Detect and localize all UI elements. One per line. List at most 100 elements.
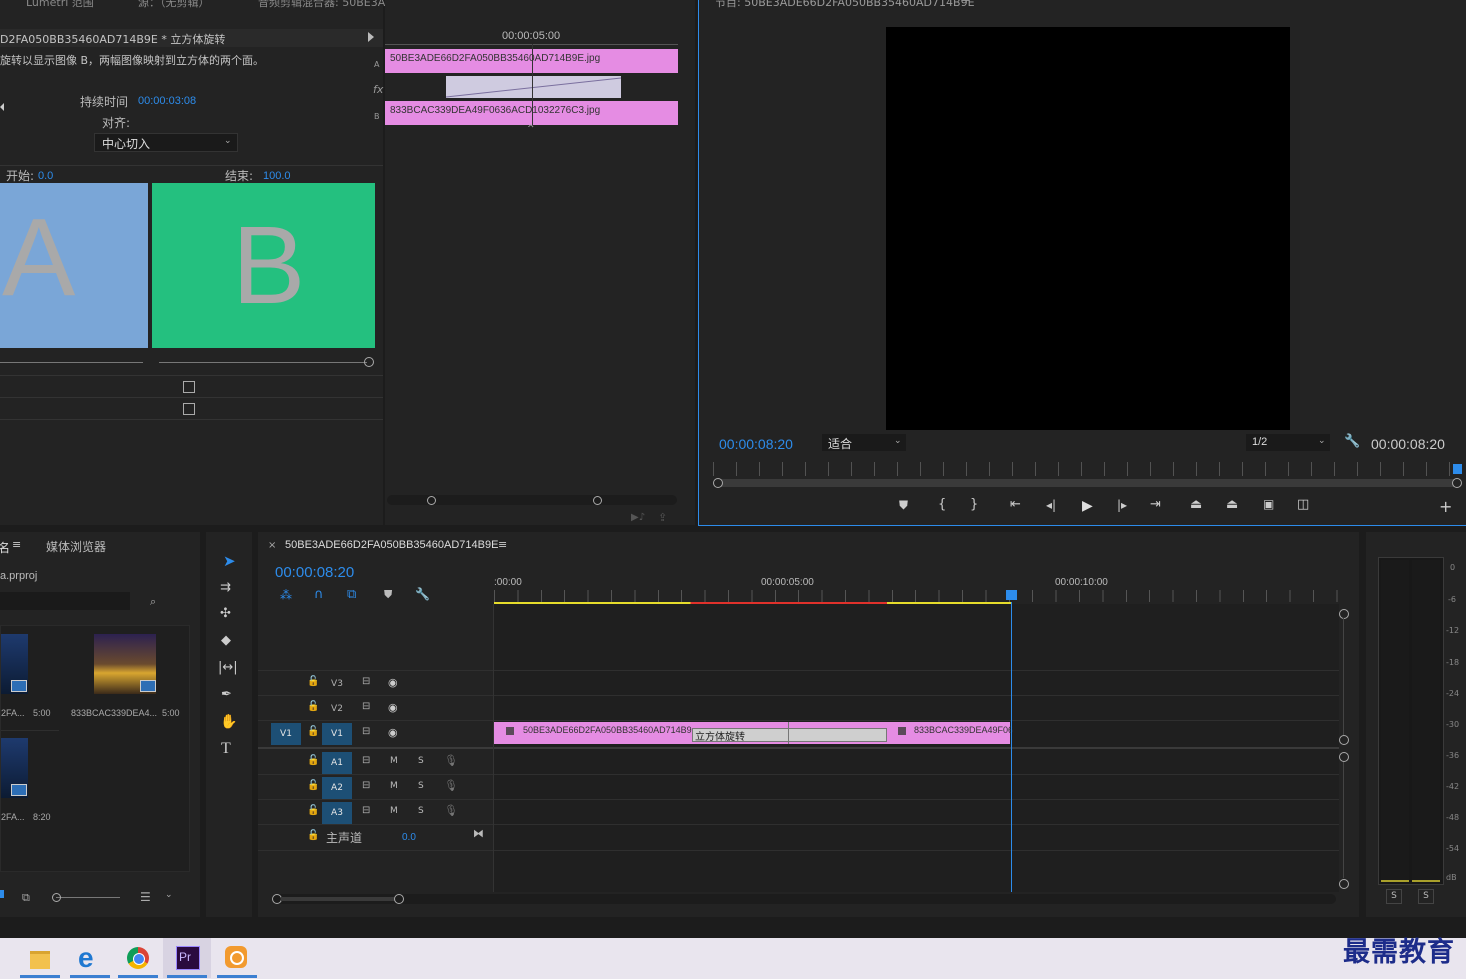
v-scroll-mid2[interactable] bbox=[1339, 752, 1349, 762]
razor-tool-icon[interactable]: ◆ bbox=[221, 633, 231, 648]
list-view-icon[interactable] bbox=[0, 890, 4, 898]
mark-in-icon[interactable]: { bbox=[938, 497, 946, 512]
lock-icon[interactable]: 🔓 bbox=[307, 830, 319, 841]
zoom-thumb[interactable] bbox=[281, 897, 395, 901]
lock-icon[interactable]: 🔓 bbox=[307, 701, 319, 712]
mic-icon[interactable]: 🎙 bbox=[444, 779, 458, 792]
lock-icon[interactable]: 🔓 bbox=[307, 726, 319, 737]
playhead-handle[interactable] bbox=[1006, 590, 1017, 600]
sync-lock-icon[interactable]: ⊟ bbox=[362, 755, 370, 766]
comparison-view-icon[interactable]: ◫ bbox=[1297, 497, 1309, 512]
start-value[interactable]: 0.0 bbox=[38, 170, 53, 182]
solo-button[interactable]: S bbox=[418, 756, 424, 766]
lock-icon[interactable]: 🔓 bbox=[307, 755, 319, 766]
add-marker-icon[interactable]: ⛊ bbox=[899, 498, 908, 513]
track-v3-label[interactable]: V3 bbox=[322, 673, 352, 695]
sequence-tab[interactable]: 50BE3ADE66D2FA050BB35460AD714B9E bbox=[285, 539, 498, 551]
v-scroll-top[interactable] bbox=[1339, 609, 1349, 619]
go-to-edit-icon[interactable]: ⧓ bbox=[473, 827, 484, 840]
nest-icon[interactable]: ⁂ bbox=[280, 588, 292, 602]
freeform-view-icon[interactable]: ⧉ bbox=[22, 891, 30, 905]
tab-source[interactable]: 源：（无剪辑） bbox=[138, 0, 210, 10]
scroll-handle-right[interactable] bbox=[1452, 478, 1462, 488]
wrench-icon[interactable]: 🔧 bbox=[415, 587, 430, 601]
ruler-ticks[interactable] bbox=[494, 590, 1339, 602]
search-bin-icon[interactable]: ⌕ bbox=[150, 595, 156, 609]
track-select-tool-icon[interactable]: ⇉ bbox=[220, 580, 231, 595]
slip-tool-icon[interactable]: |↔| bbox=[218, 660, 238, 675]
camera-icon[interactable]: ▣ bbox=[1263, 497, 1274, 511]
fit-dropdown[interactable]: 适合 ⌄ bbox=[822, 434, 906, 451]
close-icon[interactable]: × bbox=[268, 540, 276, 551]
collapse-arrow-icon[interactable] bbox=[0, 103, 4, 111]
tab-media-browser[interactable]: 媒体浏览器 bbox=[46, 538, 106, 555]
timeline-zoom-bar[interactable] bbox=[272, 894, 1336, 904]
tab-lumetri[interactable]: Lumetri 范围 bbox=[26, 0, 94, 10]
checkbox-2[interactable] bbox=[183, 403, 195, 415]
transition-box[interactable] bbox=[446, 76, 621, 98]
sync-lock-icon[interactable]: ⊟ bbox=[362, 726, 370, 737]
ripple-edit-tool-icon[interactable]: ✣ bbox=[220, 606, 231, 621]
end-slider-handle[interactable] bbox=[364, 357, 374, 367]
master-value[interactable]: 0.0 bbox=[402, 832, 416, 843]
step-back-icon[interactable]: ◂| bbox=[1046, 498, 1056, 512]
timeline-transition[interactable]: 立方体旋转 bbox=[692, 728, 887, 743]
app-icon[interactable] bbox=[213, 938, 261, 978]
lock-icon[interactable]: 🔓 bbox=[307, 805, 319, 816]
program-timecode-left[interactable]: 00:00:08:20 bbox=[719, 436, 793, 452]
program-ruler[interactable] bbox=[713, 462, 1457, 476]
add-button-icon[interactable]: + bbox=[1439, 497, 1452, 516]
start-slider[interactable] bbox=[0, 362, 143, 363]
program-playhead[interactable] bbox=[1453, 464, 1462, 474]
wrench-icon[interactable]: 🔧 bbox=[1344, 434, 1360, 449]
track-v1-button[interactable]: V1 bbox=[322, 723, 352, 745]
track-a1-button[interactable]: A1 bbox=[322, 752, 352, 774]
eye-icon[interactable]: ◉ bbox=[388, 701, 398, 714]
sync-lock-icon[interactable]: ⊟ bbox=[362, 805, 370, 816]
lock-icon[interactable]: 🔓 bbox=[307, 780, 319, 791]
v-scroll-track[interactable] bbox=[1343, 618, 1344, 736]
render-audio-icon[interactable]: ▶♪ bbox=[631, 512, 645, 523]
premiere-icon[interactable]: Pr bbox=[163, 938, 211, 978]
mute-button[interactable]: M bbox=[390, 806, 398, 816]
sync-lock-icon[interactable]: ⊟ bbox=[362, 676, 370, 687]
pen-tool-icon[interactable]: ✒ bbox=[221, 687, 232, 702]
mark-out-icon[interactable]: } bbox=[970, 497, 978, 512]
zoom-handle-right[interactable] bbox=[394, 894, 404, 904]
lock-icon[interactable]: 🔓 bbox=[307, 676, 319, 687]
v-scroll-mid[interactable] bbox=[1339, 735, 1349, 745]
mic-icon[interactable]: 🎙 bbox=[444, 804, 458, 817]
mini-zoom-bar[interactable] bbox=[387, 495, 677, 505]
edge-icon[interactable]: e bbox=[66, 938, 114, 978]
solo-right-button[interactable]: S bbox=[1418, 889, 1434, 904]
end-value[interactable]: 100.0 bbox=[263, 170, 291, 182]
zoom-handle-left[interactable] bbox=[427, 496, 436, 505]
panel-menu-icon[interactable]: ≡ bbox=[961, 0, 970, 5]
solo-button[interactable]: S bbox=[418, 781, 424, 791]
sort-icon[interactable]: ☰ bbox=[140, 890, 151, 904]
snap-icon[interactable]: ∩ bbox=[314, 587, 324, 602]
zoom-slider-handle[interactable] bbox=[52, 893, 61, 902]
zoom-slider[interactable] bbox=[56, 897, 120, 898]
go-to-out-icon[interactable]: ⇥ bbox=[1150, 497, 1161, 512]
track-v2-label[interactable]: V2 bbox=[322, 698, 352, 720]
timeline-timecode[interactable]: 00:00:08:20 bbox=[275, 564, 354, 581]
program-scroll[interactable] bbox=[713, 479, 1458, 487]
mute-button[interactable]: M bbox=[390, 756, 398, 766]
sync-lock-icon[interactable]: ⊟ bbox=[362, 701, 370, 712]
mute-button[interactable]: M bbox=[390, 781, 398, 791]
selection-tool-icon[interactable]: ➤ bbox=[223, 552, 236, 570]
tab-project[interactable]: 名 bbox=[0, 539, 10, 556]
step-forward-icon[interactable]: |▸ bbox=[1117, 498, 1127, 512]
source-v1-button[interactable]: V1 bbox=[271, 723, 301, 745]
export-icon[interactable]: ⇪ bbox=[658, 511, 667, 524]
mic-icon[interactable]: 🎙 bbox=[444, 754, 458, 767]
checkbox-1[interactable] bbox=[183, 381, 195, 393]
chevron-down-icon[interactable]: ⌄ bbox=[165, 890, 173, 900]
file-explorer-icon[interactable] bbox=[16, 938, 64, 978]
solo-button[interactable]: S bbox=[418, 806, 424, 816]
track-a2-button[interactable]: A2 bbox=[322, 777, 352, 799]
duration-value[interactable]: 00:00:03:08 bbox=[138, 95, 196, 107]
resolution-dropdown[interactable]: 1/2 ⌄ bbox=[1246, 434, 1330, 451]
track-a3-button[interactable]: A3 bbox=[322, 802, 352, 824]
